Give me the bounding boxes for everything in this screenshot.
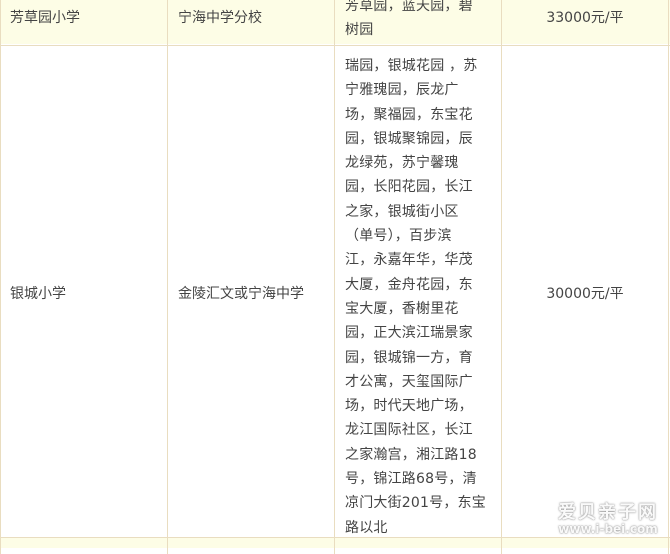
area-line: 场，时代天地广场， [345, 398, 473, 415]
area-line: 瑞园，银城花园 ，苏 [345, 58, 478, 74]
watermark-url: www.i-bei.com [558, 522, 658, 536]
area-line: 场，聚福园，东宝花 [345, 106, 473, 123]
table-border [167, 0, 168, 554]
area-line: 之家瀚宫，湘江路18 [345, 446, 477, 463]
area-line: 园，长阳花园，长江 [345, 179, 473, 196]
area-line: 路以北 [345, 519, 388, 536]
table-row [0, 538, 670, 548]
watermark-logo-text: 爱贝亲子网 [558, 502, 658, 523]
area-line: 江，永嘉年华，华茂 [345, 252, 473, 269]
area-line: 才公寓，天玺国际广 [345, 373, 473, 390]
table-border [0, 537, 670, 538]
area-line: 园，银城锦一方，育 [345, 349, 473, 366]
primary-school-cell: 芳草园小学 [10, 10, 80, 26]
area-line: 宝大厦，香榭里花 [345, 300, 459, 317]
area-line: （单号），百步滨 [345, 228, 452, 245]
area-line: 龙江国际社区，长江 [345, 422, 473, 439]
primary-school-cell: 银城小学 [10, 286, 66, 302]
middle-school-cell: 宁海中学分校 [178, 10, 262, 26]
area-line: 凉门大街201号，东宝 [345, 495, 486, 512]
middle-school-cell: 金陵汇文或宁海中学 [178, 286, 304, 302]
area-line: 号，锦江路68号，清 [345, 471, 477, 488]
area-line: 芳草园，蓝天园，碧 [345, 0, 473, 14]
site-watermark: 爱贝亲子网 www.i-bei.com [558, 502, 658, 536]
area-line: 龙绿苑，苏宁馨瑰 [345, 155, 459, 172]
table-border [668, 0, 669, 554]
table-border [501, 0, 502, 554]
area-line: 大厦，金舟花园，东 [345, 276, 473, 293]
area-line: 树园 [345, 22, 374, 38]
area-line: 之家，银城街小区 [345, 203, 459, 220]
area-line: 园，正大滨江瑞景家 [345, 325, 473, 342]
residential-area-cell: 芳草园，蓝天园，碧 树园 [345, 0, 493, 42]
price-cell: 30000元/平 [546, 286, 624, 302]
price-cell: 33000元/平 [546, 10, 624, 26]
table-border [0, 45, 670, 46]
area-line: 园，银城聚锦园，辰 [345, 130, 473, 147]
table-border [0, 0, 1, 554]
area-line: 宁雅瑰园，辰龙广 [345, 82, 459, 99]
residential-area-cell: 瑞园，银城花园 ，苏 宁雅瑰园，辰龙广 场，聚福园，东宝花 园，银城聚锦园，辰 … [345, 54, 493, 540]
school-district-table: 芳草园小学 宁海中学分校 芳草园，蓝天园，碧 树园 33000元/平 银城小学 … [0, 0, 670, 554]
table-border [334, 0, 335, 554]
